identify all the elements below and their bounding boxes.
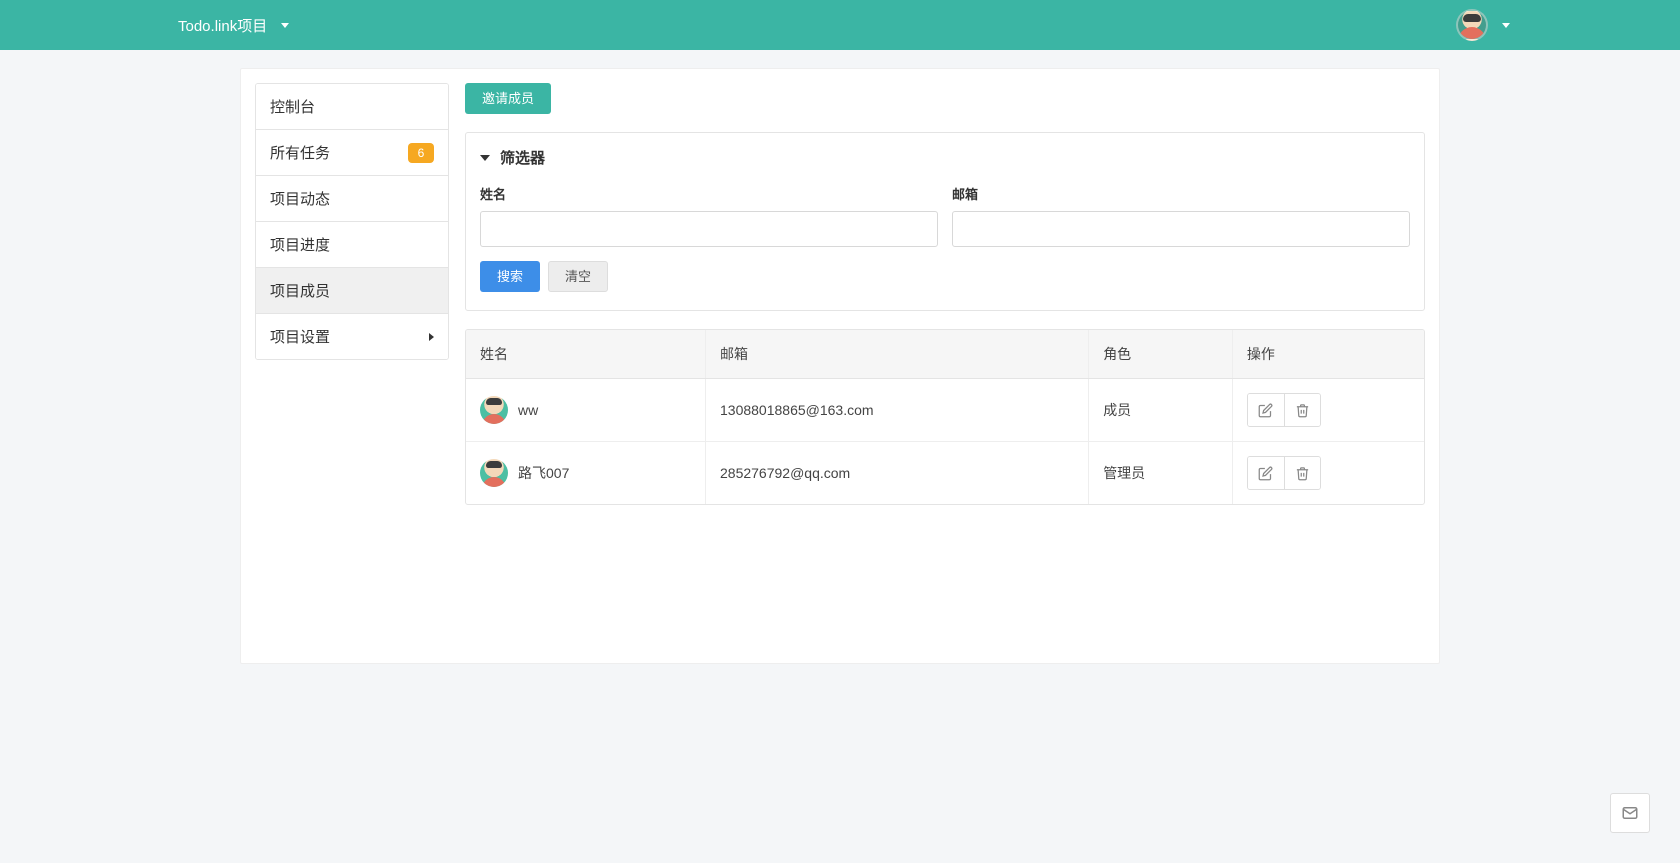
sidebar-wrap: 控制台 所有任务 6 项目动态 项目进度 项目成员 项目设置: [241, 69, 463, 663]
member-avatar: [480, 459, 508, 487]
table-row: ww 13088018865@163.com 成员: [466, 379, 1424, 442]
trash-icon: [1295, 466, 1310, 481]
filter-form: 姓名 邮箱: [480, 184, 1410, 247]
th-email: 邮箱: [706, 330, 1089, 379]
member-role: 成员: [1089, 379, 1233, 442]
filter-name-label: 姓名: [480, 184, 938, 203]
sidebar-item-tasks[interactable]: 所有任务 6: [256, 129, 448, 175]
filter-name-group: 姓名: [480, 184, 938, 247]
caret-down-icon: [281, 23, 289, 28]
member-name: 路飞007: [518, 463, 569, 483]
edit-button[interactable]: [1248, 457, 1284, 489]
project-name: Todo.link项目: [178, 15, 267, 36]
main-content: 邀请成员 筛选器 姓名 邮箱 搜索 清空: [463, 69, 1439, 663]
delete-button[interactable]: [1284, 394, 1320, 426]
tasks-count-badge: 6: [408, 143, 434, 163]
triangle-down-icon: [480, 155, 490, 161]
feedback-button[interactable]: [1610, 793, 1650, 833]
sidebar-item-settings[interactable]: 项目设置: [256, 313, 448, 359]
table-row: 路飞007 285276792@qq.com 管理员: [466, 442, 1424, 505]
edit-icon: [1258, 403, 1273, 418]
user-menu[interactable]: [1456, 9, 1510, 41]
project-switcher[interactable]: Todo.link项目: [178, 15, 289, 36]
member-name: ww: [518, 402, 538, 418]
sidebar-item-label: 项目成员: [270, 280, 330, 301]
filter-name-input[interactable]: [480, 211, 938, 247]
trash-icon: [1295, 403, 1310, 418]
filter-toggle[interactable]: 筛选器: [480, 147, 1410, 168]
avatar: [1456, 9, 1488, 41]
mail-icon: [1621, 804, 1639, 822]
search-button[interactable]: 搜索: [480, 261, 540, 292]
member-avatar: [480, 396, 508, 424]
th-name: 姓名: [466, 330, 706, 379]
row-actions: [1247, 393, 1321, 427]
invite-member-button[interactable]: 邀请成员: [465, 83, 551, 114]
sidebar-item-dashboard[interactable]: 控制台: [256, 84, 448, 129]
th-role: 角色: [1089, 330, 1233, 379]
member-role: 管理员: [1089, 442, 1233, 505]
sidebar-item-label: 项目进度: [270, 234, 330, 255]
filter-actions: 搜索 清空: [480, 261, 1410, 292]
sidebar: 控制台 所有任务 6 项目动态 项目进度 项目成员 项目设置: [255, 83, 449, 360]
filter-email-label: 邮箱: [952, 184, 1410, 203]
row-actions: [1247, 456, 1321, 490]
member-email: 13088018865@163.com: [706, 379, 1089, 442]
sidebar-item-activity[interactable]: 项目动态: [256, 175, 448, 221]
members-table: 姓名 邮箱 角色 操作 ww 13088018: [465, 329, 1425, 505]
sidebar-item-progress[interactable]: 项目进度: [256, 221, 448, 267]
sidebar-item-label: 控制台: [270, 96, 315, 117]
sidebar-item-members[interactable]: 项目成员: [256, 267, 448, 313]
filter-panel: 筛选器 姓名 邮箱 搜索 清空: [465, 132, 1425, 311]
sidebar-item-label: 所有任务: [270, 142, 330, 163]
th-actions: 操作: [1232, 330, 1424, 379]
filter-email-group: 邮箱: [952, 184, 1410, 247]
delete-button[interactable]: [1284, 457, 1320, 489]
topbar: Todo.link项目: [0, 0, 1680, 50]
member-email: 285276792@qq.com: [706, 442, 1089, 505]
caret-down-icon: [1502, 23, 1510, 28]
clear-button[interactable]: 清空: [548, 261, 608, 292]
filter-email-input[interactable]: [952, 211, 1410, 247]
sidebar-item-label: 项目动态: [270, 188, 330, 209]
filter-title: 筛选器: [500, 147, 545, 168]
chevron-right-icon: [429, 333, 434, 341]
edit-icon: [1258, 466, 1273, 481]
sidebar-item-label: 项目设置: [270, 326, 330, 347]
page-container: 控制台 所有任务 6 项目动态 项目进度 项目成员 项目设置 邀请成员: [240, 68, 1440, 664]
edit-button[interactable]: [1248, 394, 1284, 426]
